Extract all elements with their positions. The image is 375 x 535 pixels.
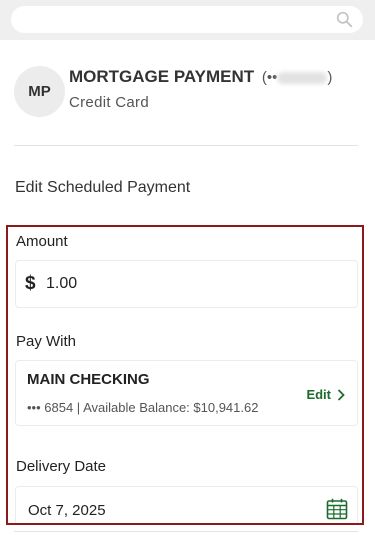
payee-name: MORTGAGE PAYMENT (••) — [69, 67, 332, 87]
search-input[interactable] — [11, 6, 363, 33]
search-icon[interactable] — [336, 11, 353, 28]
divider — [14, 531, 358, 532]
masked-number — [277, 72, 328, 85]
payee-name-text: MORTGAGE PAYMENT — [69, 67, 255, 86]
section-title: Edit Scheduled Payment — [15, 179, 191, 196]
edit-label: Edit — [306, 387, 331, 402]
currency-symbol: $ — [25, 273, 36, 294]
delivery-date-label: Delivery Date — [16, 458, 107, 475]
avatar: MP — [14, 66, 65, 117]
top-bar — [0, 0, 375, 40]
mask-prefix: (•• — [261, 69, 278, 86]
chevron-right-icon — [337, 388, 345, 401]
calendar-icon[interactable] — [326, 498, 348, 520]
account-name: MAIN CHECKING — [27, 371, 150, 388]
pay-with-account-card[interactable]: MAIN CHECKING ••• 6854 | Available Balan… — [15, 360, 358, 426]
amount-label: Amount — [16, 233, 68, 250]
payee-type: Credit Card — [69, 94, 149, 111]
payee-header: MP MORTGAGE PAYMENT (••) Credit Card — [14, 66, 359, 120]
amount-value[interactable]: 1.00 — [46, 275, 77, 293]
mask-suffix: ) — [327, 69, 333, 86]
delivery-date-value: Oct 7, 2025 — [28, 502, 106, 519]
edit-account-button[interactable]: Edit — [306, 387, 345, 402]
payee-account-mask: (••) — [262, 69, 333, 86]
amount-field[interactable]: $ 1.00 — [15, 260, 358, 308]
delivery-date-field[interactable]: Oct 7, 2025 — [15, 486, 358, 523]
payment-form: Amount $ 1.00 Pay With MAIN CHECKING •••… — [6, 225, 364, 525]
pay-with-label: Pay With — [16, 333, 77, 350]
account-detail: ••• 6854 | Available Balance: $10,941.62 — [27, 400, 259, 415]
divider — [14, 145, 358, 146]
